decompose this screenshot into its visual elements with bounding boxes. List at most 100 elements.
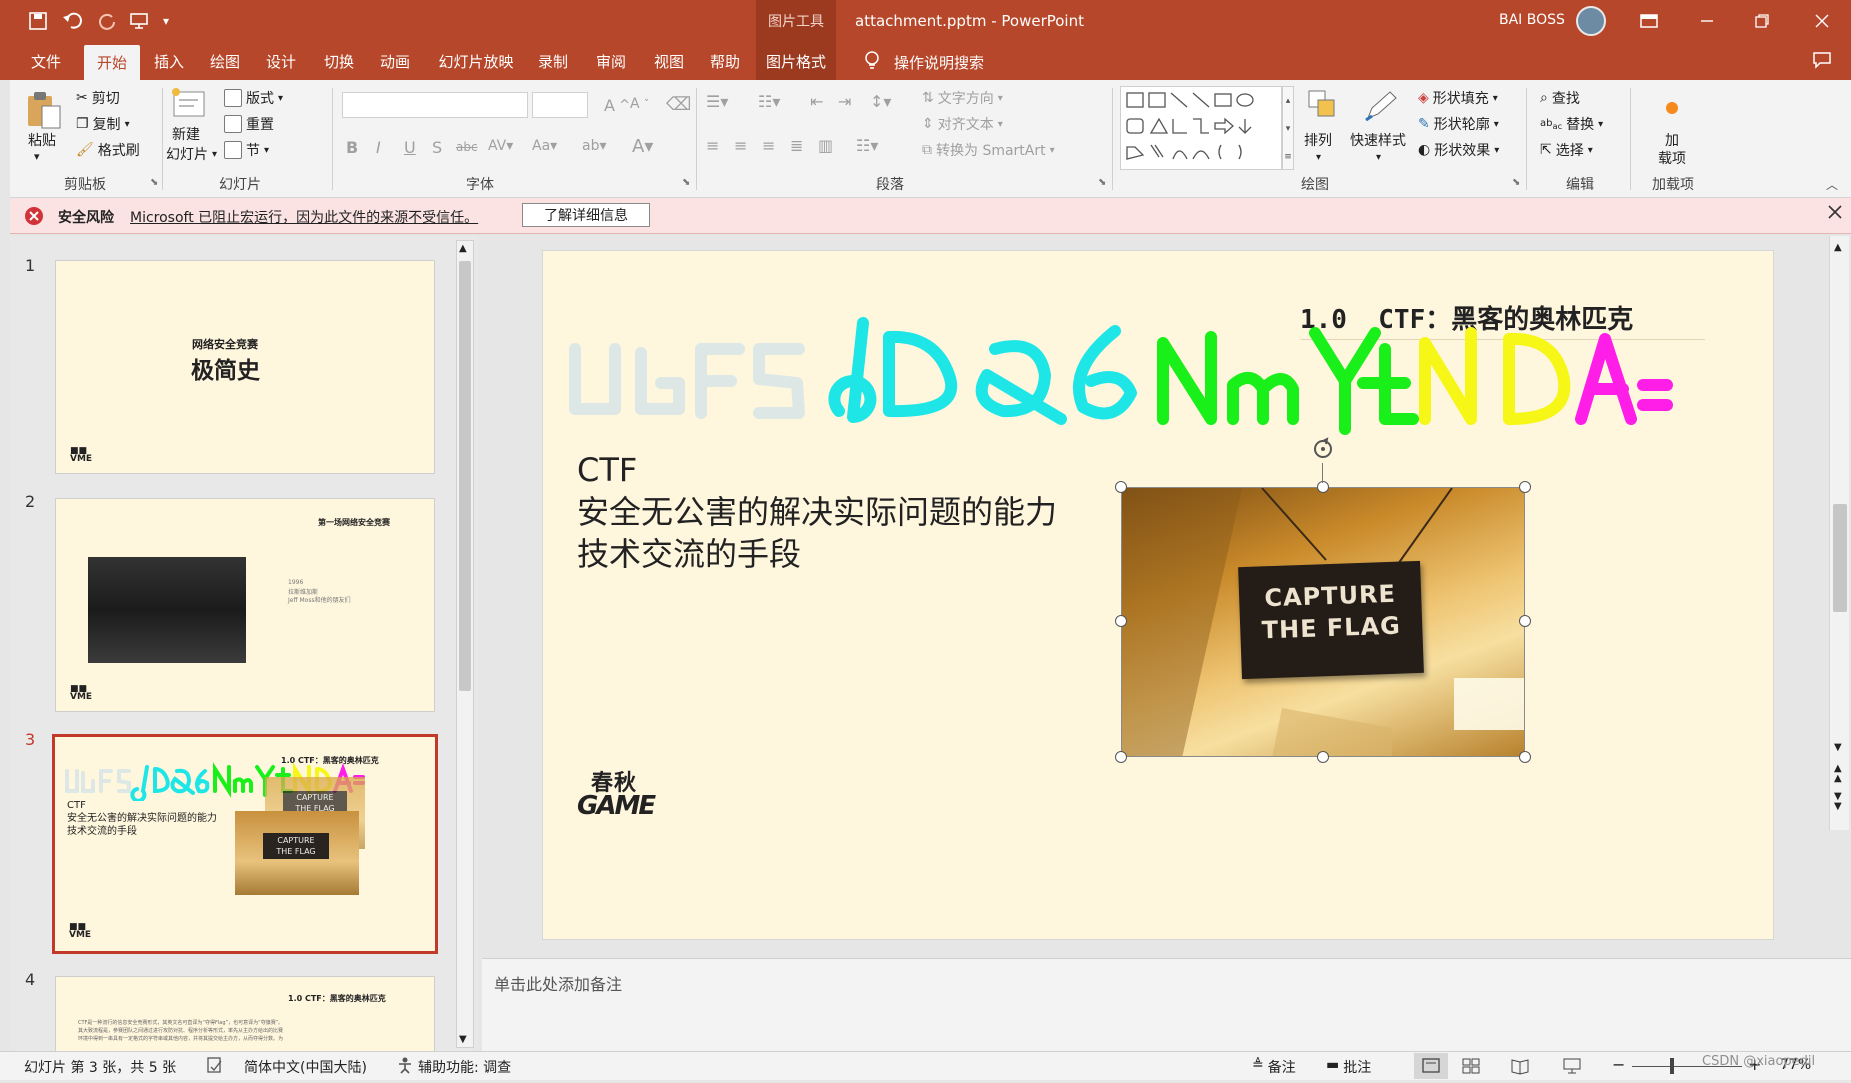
tab-file[interactable]: 文件 bbox=[20, 42, 72, 80]
character-spacing-icon[interactable]: AV▾ bbox=[488, 138, 513, 154]
bold-icon[interactable]: B bbox=[346, 138, 358, 157]
comments-toggle[interactable]: ▬ 批注 bbox=[1326, 1057, 1371, 1077]
paste-button[interactable]: 粘贴 bbox=[28, 130, 56, 150]
increase-indent-icon[interactable]: ⇥ bbox=[838, 92, 851, 111]
resize-handle-left[interactable] bbox=[1115, 615, 1127, 627]
notes-placeholder[interactable]: 单击此处添加备注 bbox=[494, 971, 622, 995]
resize-handle-bottom-right[interactable] bbox=[1519, 751, 1531, 763]
notes-toggle[interactable]: ≜ 备注 bbox=[1252, 1057, 1296, 1077]
align-left-icon[interactable]: ≡ bbox=[706, 136, 719, 155]
normal-view-button[interactable] bbox=[1414, 1053, 1448, 1079]
tab-animations[interactable]: 动画 bbox=[372, 42, 418, 80]
handwritten-text-graphic[interactable] bbox=[563, 309, 1773, 449]
tab-picture-format[interactable]: 图片格式 bbox=[756, 42, 836, 80]
capture-the-flag-picture[interactable]: CAPTURE THE FLAG bbox=[1121, 487, 1525, 757]
slide-body[interactable]: CTF 安全无公害的解决实际问题的能力 技术交流的手段 bbox=[577, 449, 1057, 575]
tab-transitions[interactable]: 切换 bbox=[316, 42, 362, 80]
replace-button[interactable]: abac 替换 ▾ bbox=[1540, 114, 1603, 134]
columns-icon[interactable]: ☷▾ bbox=[856, 136, 878, 155]
reading-view-icon[interactable] bbox=[1510, 1057, 1530, 1079]
line-spacing-icon[interactable]: ↕▾ bbox=[870, 92, 891, 111]
addins-icon[interactable] bbox=[1666, 102, 1678, 114]
align-text-button[interactable]: ⇕ 对齐文本 ▾ bbox=[922, 114, 1003, 134]
arrange-dropdown-icon[interactable]: ▾ bbox=[1316, 152, 1321, 163]
format-painter-button[interactable]: 🖌 格式刷 bbox=[76, 140, 140, 160]
shape-outline-button[interactable]: ✎ 形状轮廓 ▾ bbox=[1418, 114, 1499, 134]
learn-more-button[interactable]: 了解详细信息 bbox=[522, 203, 650, 227]
resize-handle-bottom-left[interactable] bbox=[1115, 751, 1127, 763]
scroll-thumb[interactable] bbox=[1833, 504, 1847, 612]
reset-button[interactable]: 重置 bbox=[224, 114, 274, 134]
tab-home[interactable]: 开始 bbox=[84, 45, 140, 80]
tab-help[interactable]: 帮助 bbox=[702, 42, 748, 80]
tab-slideshow[interactable]: 幻灯片放映 bbox=[432, 42, 520, 80]
find-button[interactable]: ⌕ 查找 bbox=[1540, 88, 1580, 108]
tab-design[interactable]: 设计 bbox=[258, 42, 304, 80]
change-case-icon[interactable]: Aa▾ bbox=[532, 138, 557, 154]
numbering-icon[interactable]: ☷▾ bbox=[758, 92, 780, 111]
quick-styles-button[interactable]: 快速样式 bbox=[1350, 130, 1406, 150]
highlight-icon[interactable]: ab▾ bbox=[582, 138, 607, 154]
shadow-icon[interactable]: S bbox=[432, 138, 442, 157]
dialog-launcher-icon[interactable]: ⬊ bbox=[682, 177, 690, 188]
justify-icon[interactable]: ≣ bbox=[790, 136, 803, 155]
new-slide-label-1[interactable]: 新建 bbox=[172, 124, 200, 144]
shape-fill-button[interactable]: ◈ 形状填充 ▾ bbox=[1418, 88, 1498, 108]
editor-scrollbar[interactable]: ▲ ▼ ▲ ▲ ▼ ▼ bbox=[1829, 236, 1849, 830]
font-name-combobox[interactable] bbox=[342, 92, 528, 118]
quick-styles-dropdown-icon[interactable]: ▾ bbox=[1376, 152, 1381, 163]
align-right-icon[interactable]: ≡ bbox=[762, 136, 775, 155]
align-center-icon[interactable]: ≡ bbox=[734, 136, 747, 155]
select-button[interactable]: ⇱ 选择 ▾ bbox=[1540, 140, 1593, 160]
arrange-icon[interactable] bbox=[1306, 88, 1342, 128]
close-icon[interactable] bbox=[1828, 205, 1842, 223]
paste-icon[interactable] bbox=[24, 90, 64, 129]
resize-handle-top-left[interactable] bbox=[1115, 481, 1127, 493]
scroll-up-icon[interactable]: ▲ bbox=[459, 243, 467, 254]
tell-me-search[interactable]: 操作说明搜索 bbox=[894, 52, 984, 73]
layout-button[interactable]: 版式 ▾ bbox=[224, 88, 283, 108]
resize-handle-bottom[interactable] bbox=[1317, 751, 1329, 763]
underline-icon[interactable]: U bbox=[404, 138, 416, 157]
clear-format-icon[interactable]: ⌫ bbox=[666, 94, 691, 115]
tab-draw[interactable]: 绘图 bbox=[202, 42, 248, 80]
security-message[interactable]: Microsoft 已阻止宏运行，因为此文件的来源不受信任。 bbox=[130, 207, 478, 227]
tab-record[interactable]: 录制 bbox=[530, 42, 576, 80]
decrease-font-icon[interactable]: Aˇ bbox=[630, 96, 649, 112]
resize-handle-right[interactable] bbox=[1519, 615, 1531, 627]
arrange-button[interactable]: 排列 bbox=[1304, 130, 1332, 150]
rotate-handle-icon[interactable] bbox=[1311, 437, 1335, 465]
addins-label-1[interactable]: 加 bbox=[1665, 130, 1679, 150]
tab-review[interactable]: 审阅 bbox=[588, 42, 634, 80]
collapse-ribbon-icon[interactable]: ︿ bbox=[1826, 176, 1838, 193]
italic-icon[interactable]: I bbox=[376, 138, 381, 157]
smartart-button[interactable]: ⧉ 转换为 SmartArt ▾ bbox=[922, 140, 1055, 160]
copy-button[interactable]: ❐ 复制 ▾ bbox=[76, 114, 130, 134]
slide-sorter-icon[interactable] bbox=[1462, 1057, 1480, 1079]
tab-view[interactable]: 视图 bbox=[646, 42, 692, 80]
resize-handle-top[interactable] bbox=[1317, 481, 1329, 493]
addins-label-2[interactable]: 载项 bbox=[1658, 148, 1686, 168]
font-color-icon[interactable]: A▾ bbox=[632, 136, 653, 157]
dialog-launcher-icon[interactable]: ⬊ bbox=[1098, 177, 1106, 188]
scroll-thumb[interactable] bbox=[459, 261, 471, 691]
strikethrough-icon[interactable]: abc bbox=[456, 140, 478, 154]
save-icon[interactable] bbox=[26, 0, 50, 42]
quick-styles-icon[interactable] bbox=[1362, 88, 1400, 128]
thumbnail-slide-2[interactable]: 第一场网络安全竞赛 1996 拉斯维加斯 Jeff Moss和他的朋友们 ■■ V… bbox=[55, 498, 435, 712]
dialog-launcher-icon[interactable]: ⬊ bbox=[150, 177, 158, 188]
decrease-indent-icon[interactable]: ⇤ bbox=[810, 92, 823, 111]
notes-pane[interactable]: 单击此处添加备注 bbox=[482, 958, 1851, 1051]
ribbon-display-options-icon[interactable] bbox=[1636, 0, 1662, 42]
comments-icon[interactable] bbox=[1812, 51, 1832, 73]
previous-slide-icon[interactable]: ▲ ▲ bbox=[1834, 764, 1842, 784]
cut-button[interactable]: ✂ 剪切 bbox=[76, 88, 120, 108]
customize-qat-icon[interactable]: ▾ bbox=[156, 0, 176, 42]
next-slide-icon[interactable]: ▼ ▼ bbox=[1834, 792, 1842, 812]
text-direction-button[interactable]: ⇅ 文字方向 ▾ bbox=[922, 88, 1003, 108]
minimize-icon[interactable] bbox=[1690, 0, 1724, 42]
thumbnail-scrollbar[interactable]: ▲ ▼ bbox=[456, 240, 474, 1048]
scroll-up-icon[interactable]: ▲ bbox=[1834, 242, 1842, 253]
tab-insert[interactable]: 插入 bbox=[146, 42, 192, 80]
resize-handle-top-right[interactable] bbox=[1519, 481, 1531, 493]
